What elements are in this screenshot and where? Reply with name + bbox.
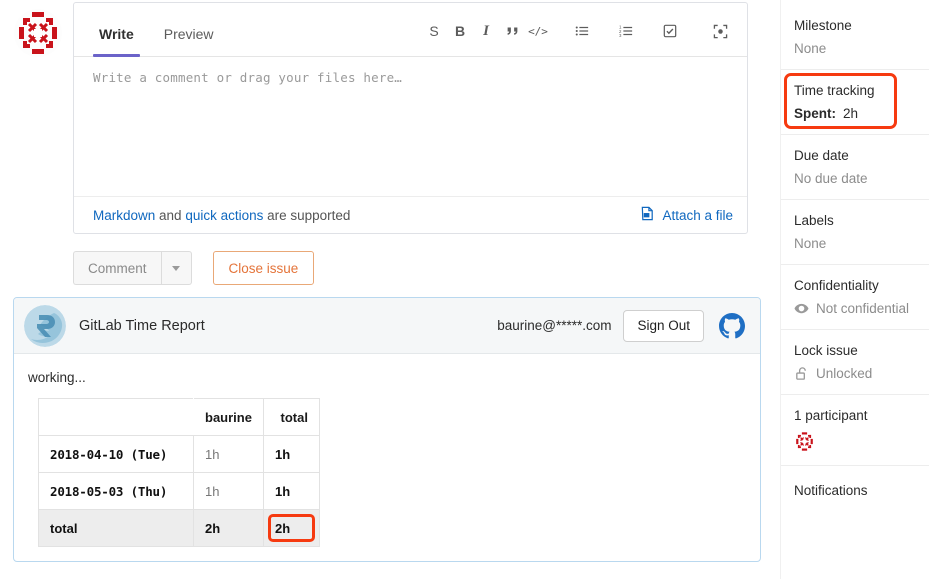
close-issue-button[interactable]: Close issue: [212, 251, 315, 285]
attach-file-label: Attach a file: [662, 207, 733, 223]
milestone-title: Milestone: [794, 18, 852, 33]
tab-write[interactable]: Write: [93, 27, 140, 57]
comment-actions: Comment Close issue: [73, 251, 315, 285]
markdown-link[interactable]: Markdown: [93, 208, 155, 223]
table-row: 2018-04-10 (Tue) 1h 1h: [38, 435, 320, 473]
notifications-title: Notifications: [794, 483, 868, 498]
supported-text: are supported: [263, 207, 351, 223]
sidebar-item-notifications[interactable]: Notifications: [781, 465, 929, 511]
svg-text:3: 3: [619, 33, 622, 38]
comment-dropdown-caret[interactable]: [160, 251, 192, 285]
participant-avatar[interactable]: [794, 431, 815, 452]
task-list-icon[interactable]: [657, 20, 683, 42]
lock-issue-title: Lock issue: [794, 343, 858, 358]
column-header-total: total: [262, 398, 320, 436]
table-total-row: total 2h 2h: [38, 509, 320, 547]
table-header-row: baurine total: [38, 398, 320, 436]
cell-date: 2018-04-10 (Tue): [38, 435, 194, 473]
attach-file-button[interactable]: Attach a file: [640, 206, 733, 224]
lock-open-icon: [794, 366, 809, 381]
cell-grand-total-hours: 2h: [262, 509, 320, 547]
cell-total-user-hours: 2h: [193, 509, 264, 547]
time-tracking-value: Spent: 2h: [794, 106, 929, 121]
comment-form-footer: Markdown and quick actions are supported…: [74, 196, 747, 233]
quick-actions-link[interactable]: quick actions: [185, 208, 263, 223]
comment-form-header: Write Preview S B I </> 123: [74, 3, 747, 57]
cell-total-hours: 1h: [262, 472, 320, 510]
comment-form: Write Preview S B I </> 123 Write a comm…: [73, 2, 748, 234]
and-text: and: [155, 207, 186, 223]
confidentiality-title: Confidentiality: [794, 278, 879, 293]
due-date-title: Due date: [794, 148, 849, 163]
cell-user-hours: 1h: [193, 435, 264, 473]
sidebar-item-confidentiality[interactable]: Confidentiality Not confidential: [781, 264, 929, 329]
code-icon[interactable]: </>: [525, 20, 551, 42]
cell-total-label: total: [38, 509, 194, 547]
screen-root: Write Preview S B I </> 123 Write a comm…: [0, 0, 929, 579]
labels-value: None: [794, 236, 827, 251]
participants-row: [794, 431, 929, 452]
column-header-user: baurine: [193, 398, 264, 436]
github-icon[interactable]: [719, 312, 745, 339]
bold-icon[interactable]: B: [447, 20, 473, 42]
time-tracking-title: Time tracking: [794, 83, 875, 98]
lock-issue-value: Unlocked: [816, 366, 873, 381]
italic-icon[interactable]: I: [473, 20, 499, 42]
sidebar-item-labels[interactable]: Labels None: [781, 199, 929, 264]
gitlab-time-report-logo: [24, 304, 66, 347]
spent-label: Spent:: [794, 106, 836, 121]
sidebar-item-lock-issue[interactable]: Lock issue Unlocked: [781, 329, 929, 394]
tab-preview[interactable]: Preview: [158, 27, 220, 57]
sidebar-item-participants[interactable]: 1 participant: [781, 394, 929, 465]
sidebar-item-due-date[interactable]: Due date No due date: [781, 134, 929, 199]
report-status-text: working...: [28, 370, 86, 385]
sign-out-button[interactable]: Sign Out: [623, 309, 704, 342]
labels-title: Labels: [794, 213, 834, 228]
cell-user-hours: 1h: [193, 472, 264, 510]
sidebar-item-time-tracking[interactable]: Time tracking Spent: 2h: [781, 69, 929, 134]
milestone-value: None: [794, 41, 827, 56]
editor-tabs: Write Preview: [74, 3, 238, 57]
eye-icon: [794, 301, 809, 316]
comment-button[interactable]: Comment: [73, 251, 161, 285]
report-title: GitLab Time Report: [79, 317, 205, 334]
lock-issue-row: Unlocked: [794, 366, 929, 381]
strikethrough-icon[interactable]: S: [421, 20, 447, 42]
quote-icon[interactable]: [499, 20, 525, 42]
comment-textarea[interactable]: Write a comment or drag your files here…: [74, 57, 747, 197]
numbered-list-icon[interactable]: 123: [613, 20, 639, 42]
confidentiality-row: Not confidential: [794, 301, 929, 316]
fullscreen-icon[interactable]: [707, 20, 733, 42]
confidentiality-value: Not confidential: [816, 301, 910, 316]
issue-sidebar: Milestone None Time tracking Spent: 2h D…: [780, 0, 929, 579]
comment-placeholder: Write a comment or drag your files here…: [93, 70, 403, 85]
chevron-down-icon: [172, 265, 181, 271]
cell-total-hours: 1h: [262, 435, 320, 473]
column-header-date: [38, 398, 194, 436]
gitlab-time-report-panel: GitLab Time Report baurine@*****.com Sig…: [13, 297, 761, 562]
due-date-value: No due date: [794, 171, 868, 186]
cell-date: 2018-05-03 (Thu): [38, 472, 194, 510]
time-report-table: baurine total 2018-04-10 (Tue) 1h 1h 201…: [38, 398, 320, 547]
sidebar-item-milestone[interactable]: Milestone None: [781, 0, 929, 69]
spent-value: 2h: [843, 106, 859, 121]
participants-title: 1 participant: [794, 408, 868, 423]
markdown-help-text: Markdown and quick actions are supported: [93, 208, 350, 223]
bullet-list-icon[interactable]: [569, 20, 595, 42]
user-identicon-avatar: [14, 9, 62, 57]
attach-image-icon: [640, 206, 655, 224]
report-header: GitLab Time Report baurine@*****.com Sig…: [14, 298, 760, 354]
grand-total-value: 2h: [274, 520, 291, 536]
markdown-toolbar: S B I </> 123: [421, 20, 733, 42]
account-email: baurine@*****.com: [497, 318, 612, 333]
table-row: 2018-05-03 (Thu) 1h 1h: [38, 472, 320, 510]
time-table-wrap: baurine total 2018-04-10 (Tue) 1h 1h 201…: [14, 385, 760, 547]
